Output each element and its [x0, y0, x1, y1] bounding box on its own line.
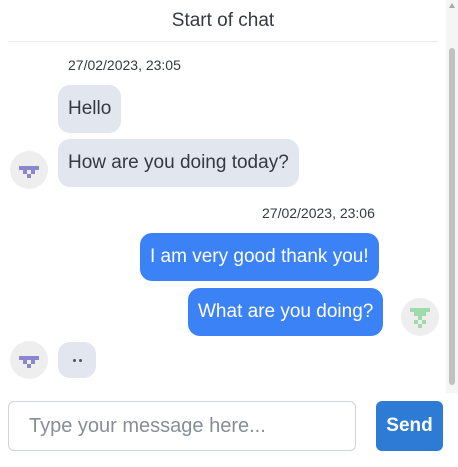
typing-dot — [78, 358, 82, 362]
message-timestamp: 27/02/2023, 23:05 — [68, 57, 181, 73]
message-bubble-outgoing: I am very good thank you! — [140, 233, 379, 281]
contact-avatar — [10, 151, 48, 189]
send-button[interactable]: Send — [376, 401, 443, 451]
user-avatar — [401, 298, 439, 336]
scrollbar-thumb[interactable] — [449, 48, 455, 385]
message-bubble-incoming: How are you doing today? — [58, 139, 299, 187]
contact-avatar — [10, 341, 48, 379]
chat-header-title: Start of chat — [8, 0, 438, 42]
message-input[interactable] — [8, 401, 356, 451]
message-timestamp: 27/02/2023, 23:06 — [262, 205, 375, 221]
typing-indicator — [58, 342, 96, 378]
message-bubble-outgoing: What are you doing? — [188, 288, 384, 336]
scroll-up-arrow-icon[interactable] — [449, 3, 455, 8]
identicon-icon — [410, 308, 430, 328]
message-bubble-incoming: Hello — [58, 85, 122, 133]
chat-scrollbar[interactable] — [446, 0, 458, 393]
chat-messages-area: Start of chat 27/02/2023, 23:05 Hello Ho… — [0, 0, 446, 393]
identicon-icon — [19, 166, 39, 178]
identicon-icon — [19, 356, 39, 368]
typing-dot — [72, 358, 76, 362]
